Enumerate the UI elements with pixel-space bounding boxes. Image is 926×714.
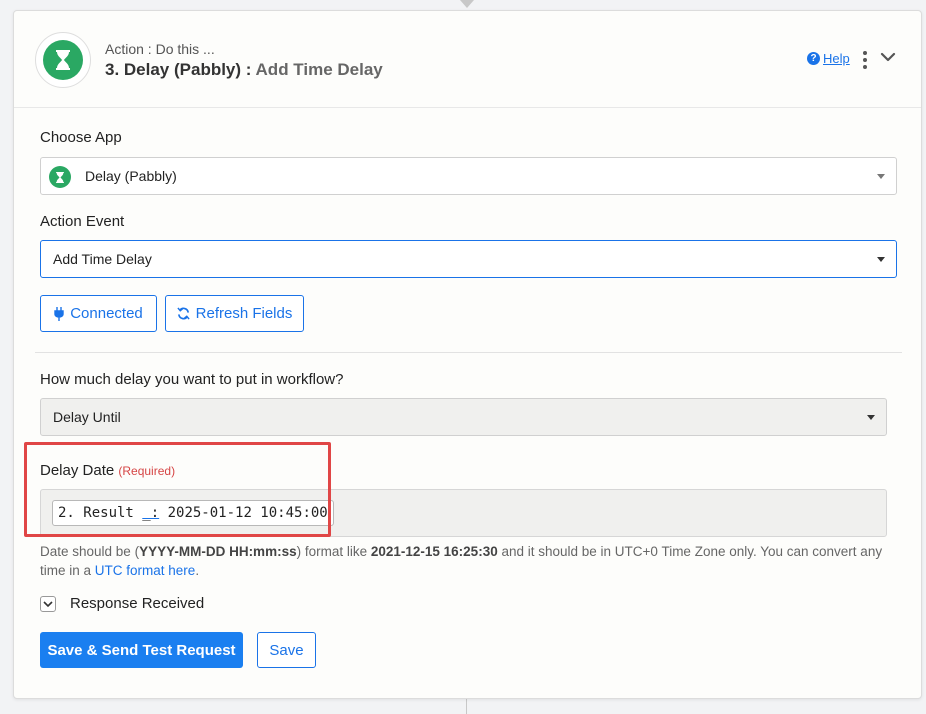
delay-question-label: How much delay you want to put in workfl…	[40, 371, 344, 388]
response-received-toggle[interactable]	[40, 596, 56, 612]
response-received-label: Response Received	[70, 595, 205, 612]
save-send-test-button[interactable]: Save & Send Test Request	[40, 632, 243, 668]
hourglass-icon	[49, 166, 71, 188]
refresh-fields-button[interactable]: Refresh Fields	[165, 295, 304, 332]
action-event-value: Add Time Delay	[53, 251, 152, 267]
token-source: 2. Result	[58, 505, 134, 521]
connector-arrow	[460, 0, 474, 8]
caret-down-icon	[877, 257, 885, 262]
token-value: 2025-01-12 10:45:00	[167, 505, 328, 521]
caret-down-icon	[867, 415, 875, 420]
refresh-icon	[176, 307, 190, 320]
question-icon: ?	[807, 52, 820, 65]
utc-format-link[interactable]: UTC format here	[95, 563, 196, 578]
action-event-name: Add Time Delay	[255, 60, 383, 79]
delay-date-input[interactable]: 2. Result _: 2025-01-12 10:45:00	[40, 489, 887, 537]
chevron-down-icon[interactable]	[880, 49, 896, 65]
connected-label: Connected	[70, 305, 143, 322]
action-event-select[interactable]: Add Time Delay	[40, 240, 897, 278]
format-string: YYYY-MM-DD HH:mm:ss	[139, 544, 297, 559]
section-divider	[35, 352, 902, 353]
action-event-label: Action Event	[40, 213, 125, 230]
connected-button[interactable]: Connected	[40, 295, 157, 332]
card-header[interactable]: Action : Do this ... 3. Delay (Pabbly) :…	[14, 11, 921, 108]
help-label: Help	[823, 51, 850, 66]
action-subtitle: Action : Do this ...	[105, 41, 215, 57]
hourglass-icon	[43, 40, 83, 80]
help-link[interactable]: ? Help	[807, 51, 850, 66]
connector-line-bottom	[466, 698, 467, 714]
format-example: 2021-12-15 16:25:30	[370, 544, 498, 559]
action-app-name: 3. Delay (Pabbly) :	[105, 60, 252, 79]
choose-app-value: Delay (Pabbly)	[85, 168, 177, 184]
delay-date-label: Delay Date (Required)	[40, 462, 175, 479]
choose-app-label: Choose App	[40, 129, 122, 146]
token-separator: _:	[142, 505, 160, 521]
date-format-hint: Date should be (YYYY-MM-DD HH:mm:ss) for…	[40, 544, 883, 578]
delay-date-label-text: Delay Date	[40, 462, 115, 479]
refresh-fields-label: Refresh Fields	[195, 305, 293, 322]
app-logo	[35, 32, 91, 88]
required-marker: (Required)	[118, 464, 176, 478]
action-step-card: Action : Do this ... 3. Delay (Pabbly) :…	[13, 10, 922, 699]
chevron-down-icon	[43, 601, 53, 608]
mapped-field-token[interactable]: 2. Result _: 2025-01-12 10:45:00	[52, 500, 334, 526]
caret-down-icon	[877, 174, 885, 179]
delay-type-select[interactable]: Delay Until	[40, 398, 887, 436]
more-options-icon[interactable]	[860, 51, 870, 69]
plug-icon	[54, 306, 64, 321]
action-title: 3. Delay (Pabbly) : Add Time Delay	[105, 60, 383, 80]
delay-type-value: Delay Until	[53, 409, 121, 425]
save-button[interactable]: Save	[257, 632, 316, 668]
choose-app-select[interactable]: Delay (Pabbly)	[40, 157, 897, 195]
